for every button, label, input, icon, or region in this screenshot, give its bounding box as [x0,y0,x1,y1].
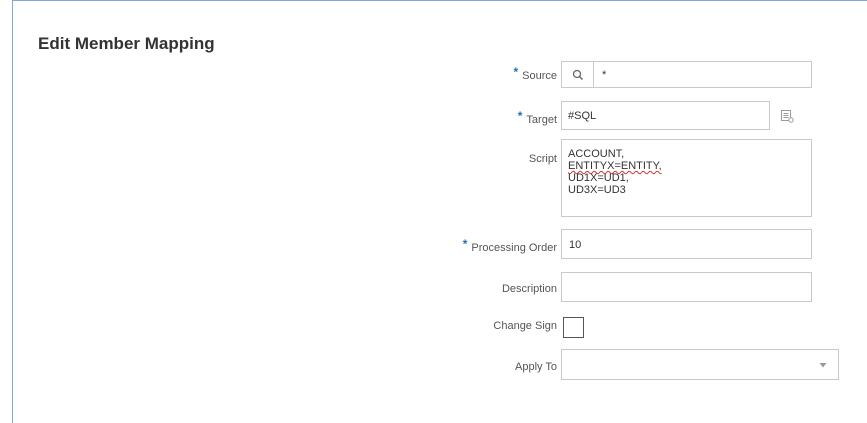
script-line: ACCOUNT, [568,148,625,160]
target-input-value: #SQL [568,110,597,122]
source-input-value: * [602,69,607,81]
script-line: UD3X=UD3 [568,184,626,196]
target-label-text: Target [526,114,557,126]
script-textarea[interactable]: ACCOUNT, ENTITYX=ENTITY, UD1X=UD1, UD3X=… [561,139,812,217]
list-picker-icon [781,110,794,123]
dialog-title: Edit Member Mapping [38,34,215,53]
dropdown-arrow-icon[interactable] [818,361,828,369]
source-input[interactable]: * [593,61,812,88]
target-picker-button[interactable] [779,108,795,124]
script-line: ENTITYX=ENTITY, [568,160,662,172]
search-icon [572,69,584,81]
target-input[interactable]: #SQL [561,101,770,130]
change-sign-checkbox[interactable] [563,317,584,338]
source-label: * Source [513,65,557,82]
source-label-text: Source [522,70,557,82]
required-marker: * [513,65,519,79]
source-search-button[interactable] [561,61,594,88]
description-input[interactable] [561,272,812,302]
processing-order-label-text: Processing Order [471,242,557,254]
processing-order-input[interactable]: 10 [561,229,812,259]
apply-to-select[interactable] [561,349,839,380]
change-sign-label: Change Sign [493,320,557,332]
apply-to-label: Apply To [515,361,557,373]
processing-order-label: * Processing Order [462,237,557,254]
description-label: Description [501,283,557,295]
required-marker: * [517,109,523,123]
required-marker: * [462,237,468,251]
processing-order-value: 10 [569,239,582,251]
script-line: UD1X=UD1, [568,172,629,184]
target-label: * Target [517,109,557,126]
script-label: Script [528,153,557,165]
